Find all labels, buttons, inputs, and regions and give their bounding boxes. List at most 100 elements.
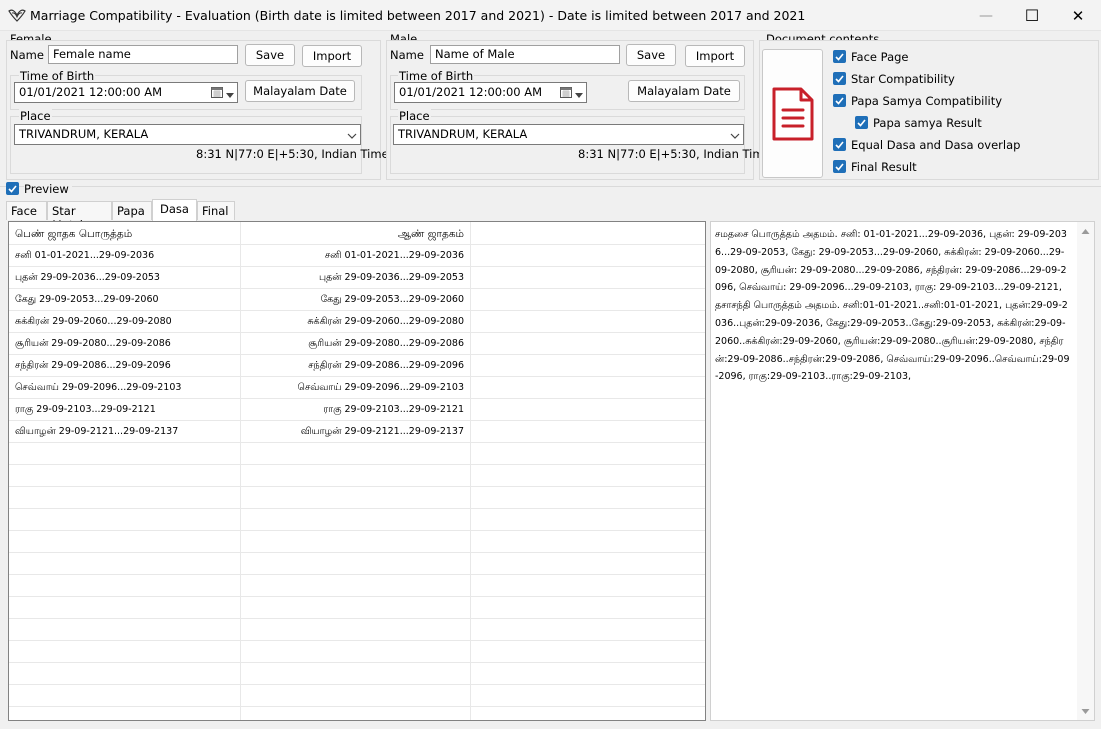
grid-row-line xyxy=(9,486,705,487)
result-text: சமதசை பொருத்தம் அதமம். சனி: 01-01-2021..… xyxy=(715,229,1070,383)
generate-document-button[interactable] xyxy=(762,49,823,178)
window-title: Marriage Compatibility - Evaluation (Bir… xyxy=(30,8,806,23)
grid-row-line xyxy=(9,464,705,465)
male-malayalam-date-button[interactable]: Malayalam Date xyxy=(628,80,740,102)
document-icon xyxy=(772,87,813,140)
female-place-value: TRIVANDRUM, KERALA xyxy=(19,127,149,141)
grid-cell-male[interactable]: ராகு 29-09-2103...29-09-2121 xyxy=(240,399,470,421)
female-name-label: Name xyxy=(10,48,44,62)
maximize-button[interactable]: ☐ xyxy=(1009,0,1055,31)
tab-dasa[interactable]: Dasa xyxy=(152,199,197,221)
checkmark-icon xyxy=(835,140,844,149)
calendar-icon[interactable] xyxy=(560,86,572,101)
grid-row-line xyxy=(9,508,705,509)
female-coordinates: 8:31 N|77:0 E|+5:30, Indian Time xyxy=(196,147,389,161)
grid-cell-male[interactable]: செவ்வாய் 29-09-2096...29-09-2103 xyxy=(240,377,470,399)
tab-papa[interactable]: Papa xyxy=(112,201,152,220)
grid-cell-female[interactable]: செவ்வாய் 29-09-2096...29-09-2103 xyxy=(9,377,240,399)
checkmark-icon xyxy=(8,184,17,193)
grid-cell-male[interactable]: சந்திரன் 29-09-2086...29-09-2096 xyxy=(240,355,470,377)
checkmark-icon xyxy=(857,118,866,127)
grid-cell-female[interactable]: புதன் 29-09-2036...29-09-2053 xyxy=(9,267,240,289)
male-name-input[interactable]: Name of Male xyxy=(430,45,620,64)
grid-row-line xyxy=(9,640,705,641)
male-place-value: TRIVANDRUM, KERALA xyxy=(398,127,528,141)
grid-cell-male[interactable]: சனி 01-01-2021...29-09-2036 xyxy=(240,245,470,267)
preview-divider xyxy=(0,186,1101,187)
grid-cell-female[interactable]: ராகு 29-09-2103...29-09-2121 xyxy=(9,399,240,421)
tab-star-match[interactable]: Star Match xyxy=(47,201,112,232)
equal-dasa-checkbox[interactable] xyxy=(833,138,846,151)
grid-header-male[interactable]: ஆண் ஜாதகம் xyxy=(240,223,470,245)
grid-cell-female[interactable]: வியாழன் 29-09-2121...29-09-2137 xyxy=(9,421,240,443)
preview-label: Preview xyxy=(24,182,72,196)
checkmark-icon xyxy=(835,52,844,61)
star-compatibility-checkbox[interactable] xyxy=(833,72,846,85)
result-text-area[interactable]: சமதசை பொருத்தம் அதமம். சனி: 01-01-2021..… xyxy=(710,221,1095,721)
female-tob-picker[interactable]: 01/01/2021 12:00:00 AM xyxy=(14,82,238,103)
grid-cell-male[interactable]: வியாழன் 29-09-2121...29-09-2137 xyxy=(240,421,470,443)
chevron-down-icon[interactable] xyxy=(226,88,234,102)
grid-row-line xyxy=(9,552,705,553)
close-button[interactable]: ✕ xyxy=(1055,0,1101,31)
app-logo-icon xyxy=(8,9,26,22)
female-malayalam-date-button[interactable]: Malayalam Date xyxy=(245,80,355,102)
final-result-label: Final Result xyxy=(851,160,917,174)
female-place-label: Place xyxy=(19,109,52,123)
grid-cell-male[interactable]: சூரியன் 29-09-2080...29-09-2086 xyxy=(240,333,470,355)
face-page-label: Face Page xyxy=(851,50,909,64)
papa-samya-compatibility-checkbox[interactable] xyxy=(833,94,846,107)
grid-row-line xyxy=(9,574,705,575)
male-tob-label: Time of Birth xyxy=(398,69,475,83)
grid-cell-female[interactable]: சூரியன் 29-09-2080...29-09-2086 xyxy=(9,333,240,355)
grid-cell-male[interactable]: சுக்கிரன் 29-09-2060...29-09-2080 xyxy=(240,311,470,333)
male-place-select[interactable]: TRIVANDRUM, KERALA xyxy=(393,124,744,145)
male-import-button[interactable]: Import xyxy=(685,45,745,67)
grid-header-female[interactable]: பெண் ஜாதக பொருத்தம் xyxy=(9,223,240,245)
face-page-checkbox[interactable] xyxy=(833,50,846,63)
tab-face[interactable]: Face xyxy=(6,201,47,220)
female-place-select[interactable]: TRIVANDRUM, KERALA xyxy=(14,124,361,145)
title-bar: Marriage Compatibility - Evaluation (Bir… xyxy=(0,0,1101,31)
star-compatibility-label: Star Compatibility xyxy=(851,72,955,86)
chevron-down-icon[interactable] xyxy=(575,88,583,102)
calendar-icon[interactable] xyxy=(211,86,223,101)
chevron-down-icon[interactable] xyxy=(730,129,740,143)
vertical-scrollbar[interactable] xyxy=(1077,222,1094,720)
grid-cell-female[interactable]: சுக்கிரன் 29-09-2060...29-09-2080 xyxy=(9,311,240,333)
grid-row-line xyxy=(9,706,705,707)
checkmark-icon xyxy=(835,96,844,105)
grid-row-line xyxy=(9,530,705,531)
grid-cell-male[interactable]: கேது 29-09-2053...29-09-2060 xyxy=(240,289,470,311)
grid-row-line xyxy=(9,596,705,597)
papa-samya-result-label: Papa samya Result xyxy=(873,116,982,130)
male-coordinates: 8:31 N|77:0 E|+5:30, Indian Time xyxy=(578,147,771,161)
female-name-input[interactable]: Female name xyxy=(48,45,238,64)
scroll-down-icon[interactable] xyxy=(1081,708,1090,715)
grid-cell-female[interactable]: சந்திரன் 29-09-2086...29-09-2096 xyxy=(9,355,240,377)
grid-row-line xyxy=(9,684,705,685)
grid-row-line xyxy=(9,618,705,619)
grid-col-line xyxy=(470,222,471,720)
female-tob-label: Time of Birth xyxy=(19,69,96,83)
male-tob-picker[interactable]: 01/01/2021 12:00:00 AM xyxy=(394,82,587,103)
female-import-button[interactable]: Import xyxy=(302,45,362,67)
grid-cell-female[interactable]: சனி 01-01-2021...29-09-2036 xyxy=(9,245,240,267)
male-place-label: Place xyxy=(398,109,431,123)
dasa-grid[interactable]: பெண் ஜாதக பொருத்தம் ஆண் ஜாதகம் சனி 01-01… xyxy=(8,221,706,721)
grid-cell-male[interactable]: புதன் 29-09-2036...29-09-2053 xyxy=(240,267,470,289)
tab-final[interactable]: Final xyxy=(197,201,235,220)
papa-samya-result-checkbox[interactable] xyxy=(855,116,868,129)
checkmark-icon xyxy=(835,74,844,83)
preview-checkbox[interactable] xyxy=(6,182,19,195)
final-result-checkbox[interactable] xyxy=(833,160,846,173)
male-name-label: Name xyxy=(390,48,424,62)
female-tob-value: 01/01/2021 12:00:00 AM xyxy=(19,85,163,99)
equal-dasa-label: Equal Dasa and Dasa overlap xyxy=(851,138,1021,152)
chevron-down-icon[interactable] xyxy=(347,129,357,143)
male-save-button[interactable]: Save xyxy=(626,44,676,66)
grid-cell-female[interactable]: கேது 29-09-2053...29-09-2060 xyxy=(9,289,240,311)
female-save-button[interactable]: Save xyxy=(245,44,295,66)
scroll-up-icon[interactable] xyxy=(1081,228,1090,235)
minimize-button[interactable]: — xyxy=(963,0,1009,31)
